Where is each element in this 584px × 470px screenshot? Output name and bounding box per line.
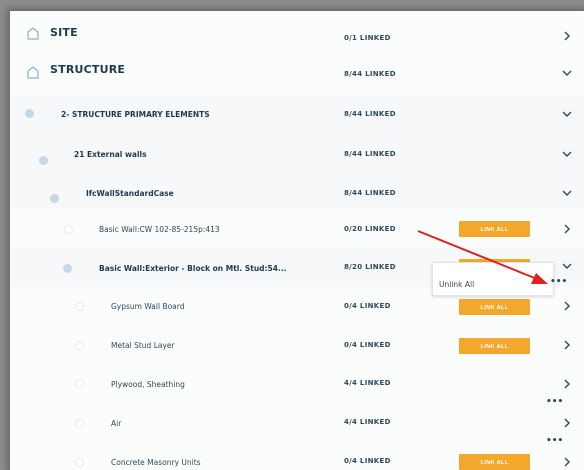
- tree-row-site[interactable]: SITE 0/1 LINKED: [10, 11, 584, 52]
- chevron-right-icon[interactable]: [561, 30, 573, 42]
- unlink-all-menu-item[interactable]: Unlink All: [439, 280, 474, 289]
- row-label: Metal Stud Layer: [111, 341, 175, 350]
- tree-panel: SITE 0/1 LINKED STRUCTURE 8/44 LINKED 2-…: [10, 11, 584, 470]
- linked-count: 4/4 LINKED: [344, 379, 391, 387]
- linked-count: 0/1 LINKED: [344, 34, 391, 42]
- linked-count: 0/4 LINKED: [344, 341, 391, 349]
- link-all-button[interactable]: LINK ALL: [459, 338, 530, 354]
- home-outline-icon: [27, 27, 39, 40]
- chevron-down-icon[interactable]: [561, 108, 573, 120]
- linked-count: 4/4 LINKED: [344, 418, 391, 426]
- tree-node-dot: [75, 458, 84, 467]
- linked-count: 0/4 LINKED: [344, 457, 391, 465]
- linked-count: 8/44 LINKED: [344, 70, 396, 78]
- row-label: Basic Wall:CW 102-85-215p:413: [99, 225, 220, 234]
- tree-row-external-walls[interactable]: 21 External walls 8/44 LINKED: [10, 133, 584, 172]
- tree-row-concrete[interactable]: Concrete Masonry Units 0/4 LINKED LINK A…: [10, 443, 584, 470]
- tree-row-basic-wall-cw[interactable]: Basic Wall:CW 102-85-215p:413 0/20 LINKE…: [10, 209, 584, 249]
- tree-node-dot: [75, 302, 84, 311]
- chevron-right-icon[interactable]: [561, 456, 573, 468]
- row-label: 21 External walls: [74, 150, 147, 159]
- linked-count: 0/20 LINKED: [344, 225, 396, 233]
- more-options-icon[interactable]: •••: [550, 278, 567, 287]
- tree-row-structure[interactable]: STRUCTURE 8/44 LINKED: [10, 51, 584, 96]
- tree-node-dot: [75, 379, 84, 388]
- row-label: Plywood, Sheathing: [111, 380, 185, 389]
- row-label: IfcWallStandardCase: [86, 189, 174, 198]
- tree-node-dot: [75, 419, 84, 428]
- context-menu: Unlink All: [432, 262, 554, 296]
- tree-row-plywood[interactable]: Plywood, Sheathing 4/4 LINKED •••: [10, 365, 584, 407]
- row-label: Basic Wall:Exterior - Block on Mtl. Stud…: [99, 264, 287, 273]
- tree-row-ifcwall[interactable]: IfcWallStandardCase 8/44 LINKED: [10, 171, 584, 210]
- tree-row-air[interactable]: Air 4/4 LINKED •••: [10, 404, 584, 446]
- tree-node-dot: [64, 225, 73, 234]
- tree-row-metal-stud[interactable]: Metal Stud Layer 0/4 LINKED LINK ALL: [10, 326, 584, 366]
- linked-count: 0/4 LINKED: [344, 302, 391, 310]
- row-label: SITE: [50, 26, 78, 39]
- chevron-down-icon[interactable]: [561, 260, 573, 272]
- row-label: Gypsum Wall Board: [111, 302, 185, 311]
- tree-node-dot: [39, 156, 48, 165]
- linked-count: 8/44 LINKED: [344, 110, 396, 118]
- chevron-down-icon[interactable]: [561, 148, 573, 160]
- chevron-right-icon[interactable]: [561, 223, 573, 235]
- tree-node-dot: [63, 264, 72, 273]
- tree-node-dot: [75, 341, 84, 350]
- link-all-button[interactable]: LINK ALL: [459, 299, 530, 315]
- chevron-right-icon[interactable]: [561, 378, 573, 390]
- row-label: 2- STRUCTURE PRIMARY ELEMENTS: [61, 110, 210, 119]
- linked-count: 8/44 LINKED: [344, 189, 396, 197]
- link-all-button[interactable]: LINK ALL: [459, 221, 530, 237]
- linked-count: 8/44 LINKED: [344, 150, 396, 158]
- home-outline-icon: [27, 66, 39, 79]
- chevron-down-icon[interactable]: [561, 187, 573, 199]
- row-label: STRUCTURE: [50, 63, 126, 76]
- linked-count: 8/20 LINKED: [344, 263, 396, 271]
- row-label: Concrete Masonry Units: [111, 458, 201, 467]
- tree-node-dot: [25, 109, 34, 118]
- chevron-right-icon[interactable]: [561, 339, 573, 351]
- chevron-right-icon[interactable]: [561, 417, 573, 429]
- row-label: Air: [111, 419, 122, 428]
- tree-node-dot: [50, 194, 59, 203]
- chevron-right-icon[interactable]: [561, 300, 573, 312]
- tree-row-primary-elements[interactable]: 2- STRUCTURE PRIMARY ELEMENTS 8/44 LINKE…: [10, 95, 584, 134]
- chevron-down-icon[interactable]: [561, 67, 573, 79]
- link-all-button[interactable]: LINK ALL: [459, 454, 530, 470]
